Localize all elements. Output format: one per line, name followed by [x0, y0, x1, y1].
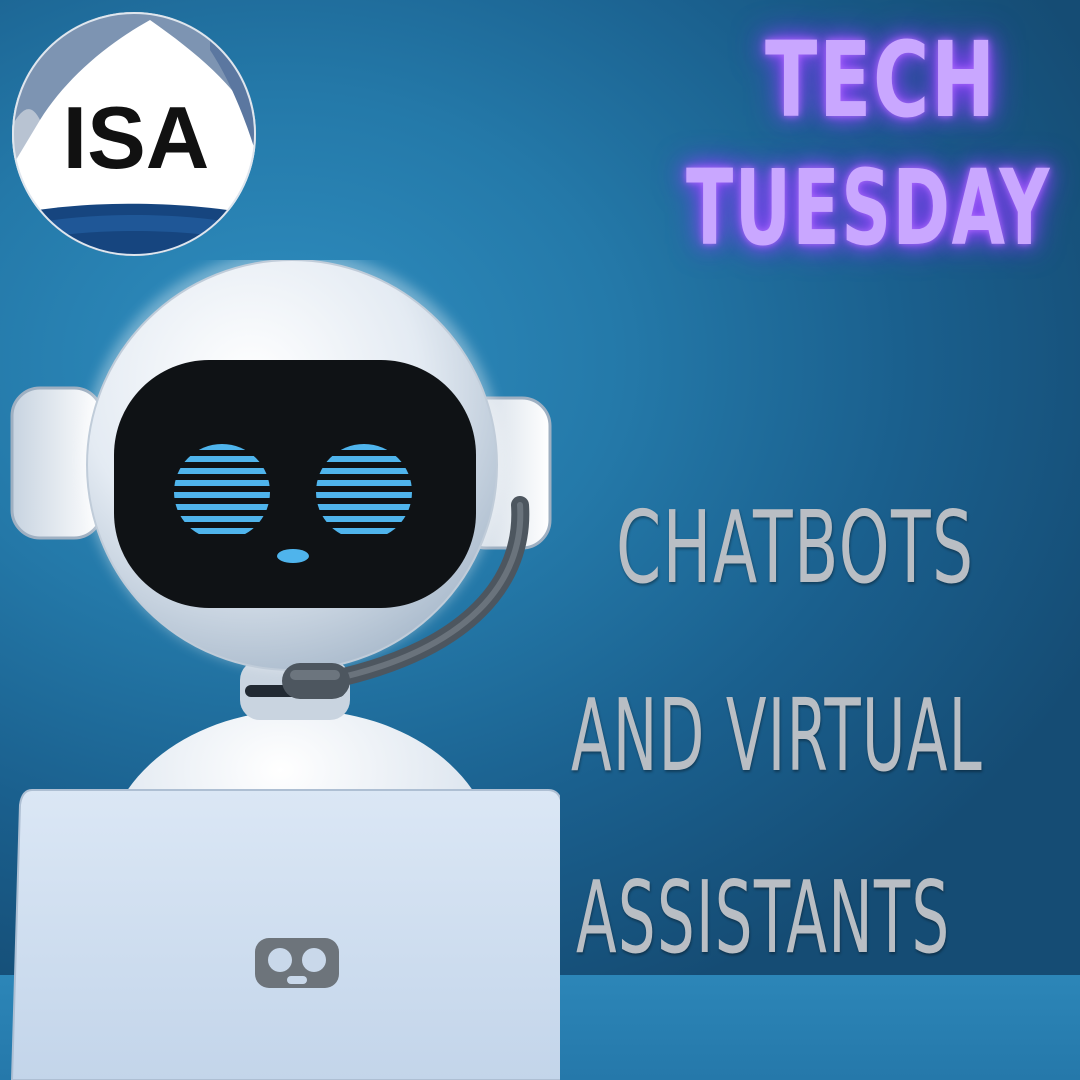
isa-logo-icon: ISA [12, 12, 256, 256]
robot-illustration [0, 250, 578, 1080]
headline-line-tech: TECH [765, 19, 997, 141]
laptop [10, 789, 578, 1080]
laptop-robot-logo-icon [255, 938, 339, 988]
robot-icon [10, 250, 578, 1080]
headline-line-tuesday: TUESDAY [686, 147, 1051, 269]
isa-logo: ISA [10, 10, 258, 258]
robot-visor [114, 360, 476, 608]
robot-nose [277, 549, 309, 563]
topic-line-and-virtual: AND VIRTUAL [571, 677, 984, 794]
poster: ISA TECH TUESDAY CHATBOTS AND VIRTUAL AS… [0, 0, 1080, 1080]
topic-line-assistants: ASSISTANTS [576, 859, 951, 976]
topic-line-chatbots: CHATBOTS [616, 489, 975, 606]
isa-logo-text: ISA [63, 88, 210, 187]
